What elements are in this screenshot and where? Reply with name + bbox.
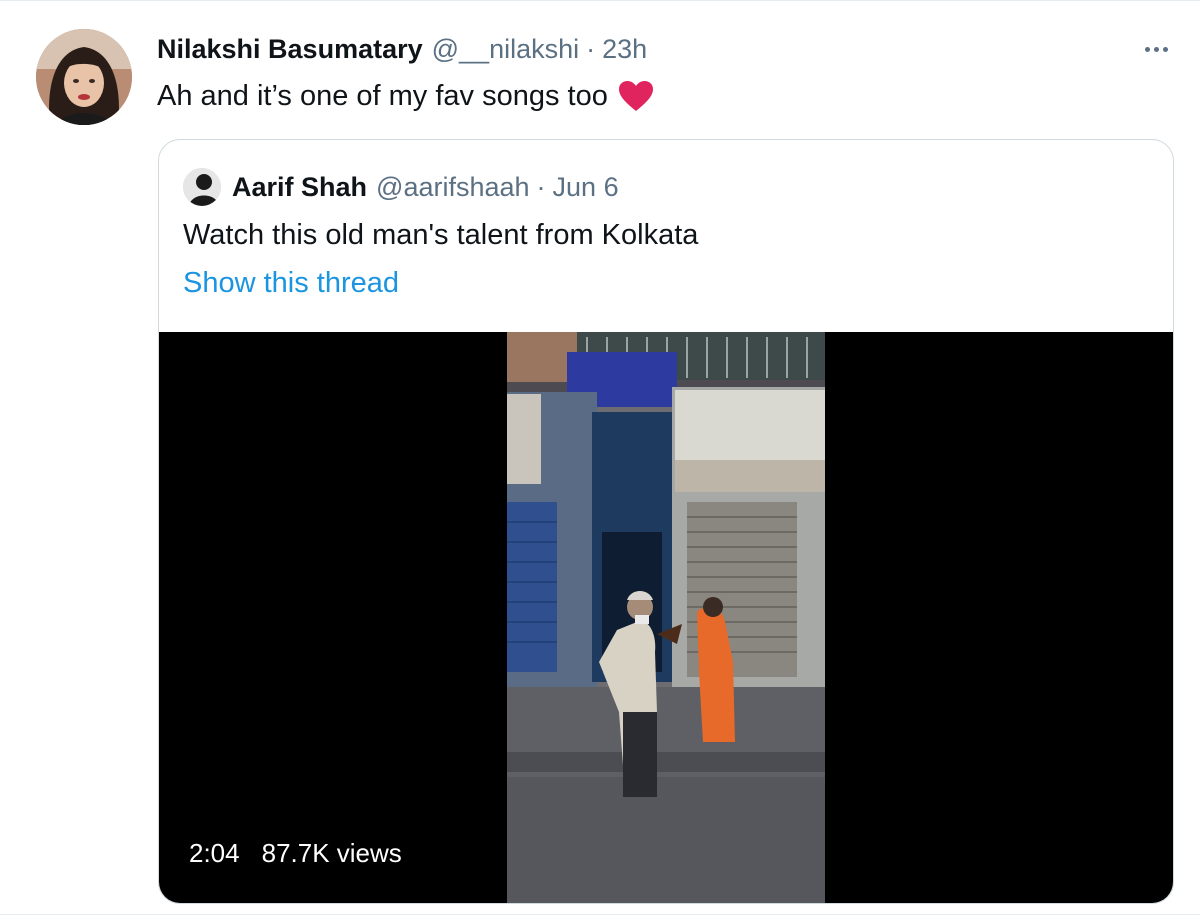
tweet-time[interactable]: 23h <box>602 34 647 65</box>
quoted-author-handle[interactable]: @aarifshaah <box>376 172 530 203</box>
video-meta: 2:04 87.7K views <box>189 837 402 869</box>
show-thread-link[interactable]: Show this thread <box>183 263 399 303</box>
quoted-author-avatar[interactable] <box>183 168 221 206</box>
author-avatar[interactable] <box>36 29 132 125</box>
author-handle[interactable]: @__nilakshi <box>432 34 580 65</box>
avatar-photo <box>36 29 132 125</box>
video-player[interactable]: 2:04 87.7K views <box>159 332 1173 903</box>
more-options-icon[interactable] <box>1136 37 1176 61</box>
quoted-tweet-date[interactable]: Jun 6 <box>553 172 619 203</box>
red-heart-icon <box>618 81 653 111</box>
quoted-tweet[interactable]: Aarif Shah @aarifshaah · Jun 6 Watch thi… <box>158 139 1174 904</box>
author-name[interactable]: Nilakshi Basumatary <box>157 34 423 65</box>
tweet-text-content: Ah and it’s one of my fav songs too <box>157 79 608 112</box>
tweet-text: Ah and it’s one of my fav songs too <box>157 77 654 115</box>
separator-dot: · <box>536 171 546 202</box>
quoted-author-name[interactable]: Aarif Shah <box>232 172 367 203</box>
video-duration: 2:04 <box>189 837 240 868</box>
separator-dot: · <box>586 33 596 64</box>
tweet-header: Nilakshi Basumatary @__nilakshi · 23h <box>157 29 647 69</box>
quoted-tweet-text: Watch this old man's talent from Kolkata <box>183 218 699 251</box>
video-views: 87.7K views <box>261 837 402 868</box>
quoted-tweet-header: Aarif Shah @aarifshaah · Jun 6 <box>232 168 619 206</box>
video-frame <box>507 332 825 903</box>
quoted-avatar-photo <box>183 168 221 206</box>
tweet-card[interactable]: Nilakshi Basumatary @__nilakshi · 23h Ah… <box>0 0 1200 915</box>
video-thumbnail <box>507 332 825 903</box>
